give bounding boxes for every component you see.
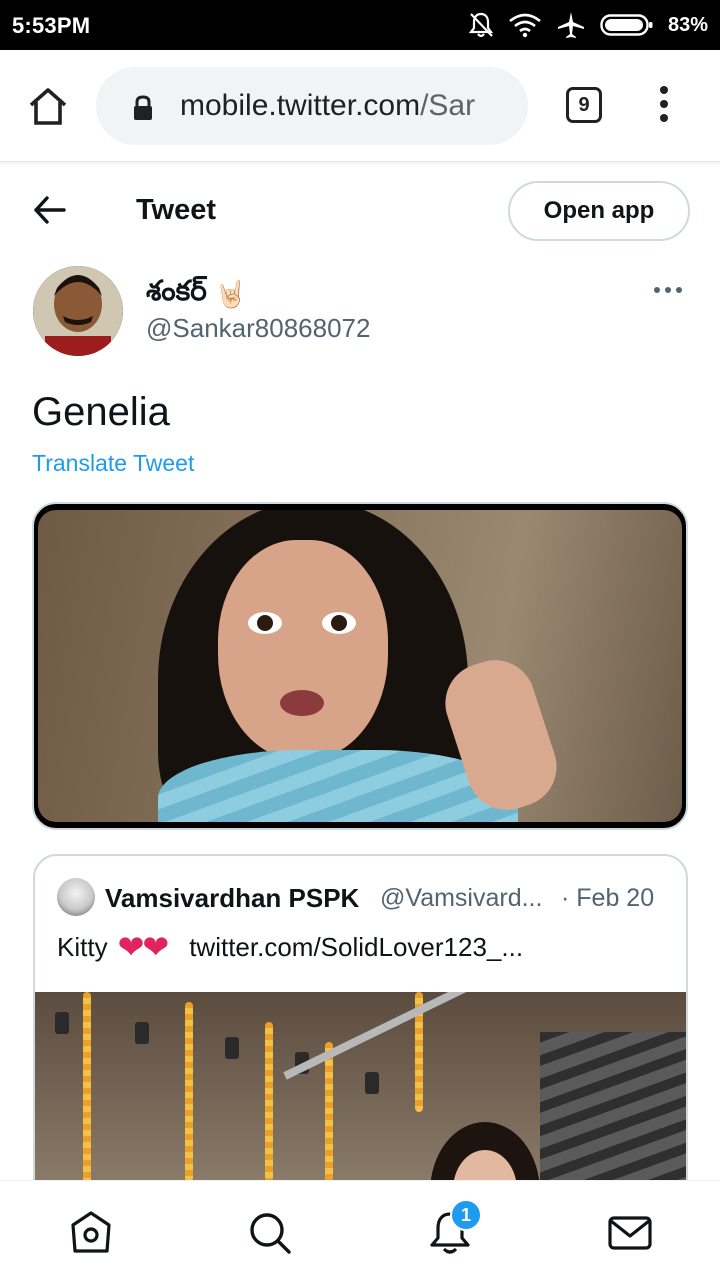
quoted-author-name: Vamsivardhan PSPK [105, 883, 360, 913]
media-photo [38, 510, 682, 822]
quoted-tweet-date: · Feb 20 [561, 884, 655, 912]
airplane-icon [557, 12, 584, 38]
translate-tweet-link[interactable]: Translate Tweet [32, 450, 194, 477]
page-title: Tweet [136, 194, 217, 226]
tab-switcher-button[interactable]: 9 [566, 87, 602, 123]
more-options-icon[interactable] [654, 287, 688, 297]
heart-emojis: ❤❤ [117, 929, 170, 965]
url-text: mobile.twitter.com/Sar [180, 89, 475, 123]
notifications-off-icon [468, 12, 494, 38]
quoted-tweet-text: Kitty ❤❤ twitter.com/SolidLover123_... [57, 928, 523, 966]
url-host: mobile.twitter.com [180, 89, 421, 122]
status-icons: 83% [468, 8, 708, 42]
battery-percentage: 83% [667, 13, 708, 36]
quoted-text: Kitty [57, 931, 108, 962]
open-app-button[interactable]: Open app [508, 181, 690, 241]
more-vert-icon[interactable] [654, 86, 674, 126]
messages-icon[interactable] [606, 1209, 654, 1257]
author-handle[interactable]: @Sankar80868072 [146, 313, 370, 344]
home-icon[interactable] [26, 85, 70, 129]
quoted-tweet-link[interactable]: twitter.com/SolidLover123_... [189, 932, 523, 963]
status-time: 5:53PM [12, 13, 91, 38]
lock-icon [134, 95, 152, 120]
browser-toolbar: mobile.twitter.com/Sar 9 [0, 50, 720, 162]
tab-count: 9 [578, 93, 590, 116]
author-display-name[interactable]: శంకర్ 🤘🏻 [146, 275, 247, 314]
tweet-text: Genelia [32, 390, 170, 434]
battery-icon [600, 14, 653, 36]
url-path: /Sar [420, 89, 476, 122]
address-bar[interactable]: mobile.twitter.com/Sar [96, 67, 528, 145]
tweet-media-image[interactable] [32, 502, 688, 830]
quoted-author-handle: @Vamsivard... [380, 884, 543, 912]
author-name-text: శంకర్ [146, 275, 207, 306]
author-avatar[interactable] [33, 266, 123, 356]
quoted-tweet[interactable]: Vamsivardhan PSPK @Vamsivard... · Feb 20… [33, 854, 688, 1234]
quoted-author-avatar [57, 878, 95, 916]
home-icon[interactable] [67, 1209, 115, 1257]
status-bar: 5:53PM 83% [0, 0, 720, 50]
back-arrow-icon[interactable] [30, 192, 70, 228]
search-icon[interactable] [246, 1209, 294, 1257]
rock-hand-emoji: 🤘🏻 [214, 279, 248, 309]
tweet-header: Tweet Open app [0, 162, 720, 258]
bottom-navigation: 1 [0, 1180, 720, 1280]
notification-badge: 1 [450, 1199, 482, 1231]
wifi-icon [509, 13, 541, 38]
